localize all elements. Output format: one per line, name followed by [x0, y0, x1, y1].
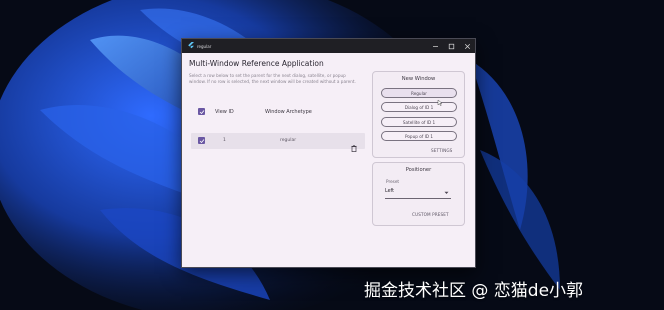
minimize-icon[interactable]	[427, 39, 443, 53]
desktop: regular Multi-Window Reference Applicati…	[0, 0, 664, 310]
delete-icon[interactable]	[351, 137, 357, 156]
regular-button[interactable]: Regular	[381, 88, 457, 98]
custom-preset-button[interactable]: CUSTOM PRESET	[412, 212, 449, 217]
row-view-id: 1	[223, 138, 226, 143]
popup-button[interactable]: Popup of ID 1	[381, 131, 457, 141]
select-all-checkbox[interactable]	[198, 108, 205, 115]
dialog-button[interactable]: Dialog of ID 1	[381, 102, 457, 112]
new-window-card: New Window Regular Dialog of ID 1 Satell…	[372, 71, 465, 158]
preset-label: Preset	[386, 179, 400, 184]
positioner-title: Positioner	[405, 167, 432, 173]
dialog-button-label: Dialog of ID 1	[404, 104, 434, 110]
positioner-card: Positioner Preset Left CUSTOM PRESET	[372, 162, 465, 226]
close-icon[interactable]	[459, 39, 475, 53]
flutter-icon	[186, 42, 194, 50]
window-title: regular	[197, 43, 212, 49]
column-header-archetype: Window Archetype	[265, 109, 312, 115]
watermark: 掘金技术社区 @ 恋猫de小郭	[364, 281, 584, 301]
window-content: Multi-Window Reference Application Selec…	[182, 53, 475, 269]
app-title: Multi-Window Reference Application	[189, 59, 324, 68]
instructions-text: Select a row below to set the parent for…	[189, 73, 356, 84]
new-window-title: New Window	[401, 76, 436, 82]
app-window: regular Multi-Window Reference Applicati…	[181, 38, 476, 268]
table-row[interactable]: 1 regular	[191, 133, 365, 152]
maximize-icon[interactable]	[443, 39, 459, 53]
chevron-down-icon	[444, 191, 449, 196]
popup-button-label: Popup of ID 1	[404, 133, 434, 139]
preset-value: Left	[385, 189, 395, 194]
satellite-button[interactable]: Satellite of ID 1	[381, 117, 457, 127]
satellite-button-label: Satellite of ID 1	[402, 119, 436, 125]
regular-button-label: Regular	[410, 90, 428, 96]
settings-button[interactable]: SETTINGS	[431, 148, 452, 153]
preset-select[interactable]: Left	[385, 189, 451, 199]
cursor-icon	[437, 91, 444, 110]
row-checkbox[interactable]	[198, 137, 205, 144]
column-header-view-id: View ID	[215, 109, 234, 115]
row-archetype: regular	[280, 138, 297, 143]
table-header: View ID Window Archetype	[191, 107, 367, 117]
title-bar[interactable]: regular	[182, 39, 475, 53]
